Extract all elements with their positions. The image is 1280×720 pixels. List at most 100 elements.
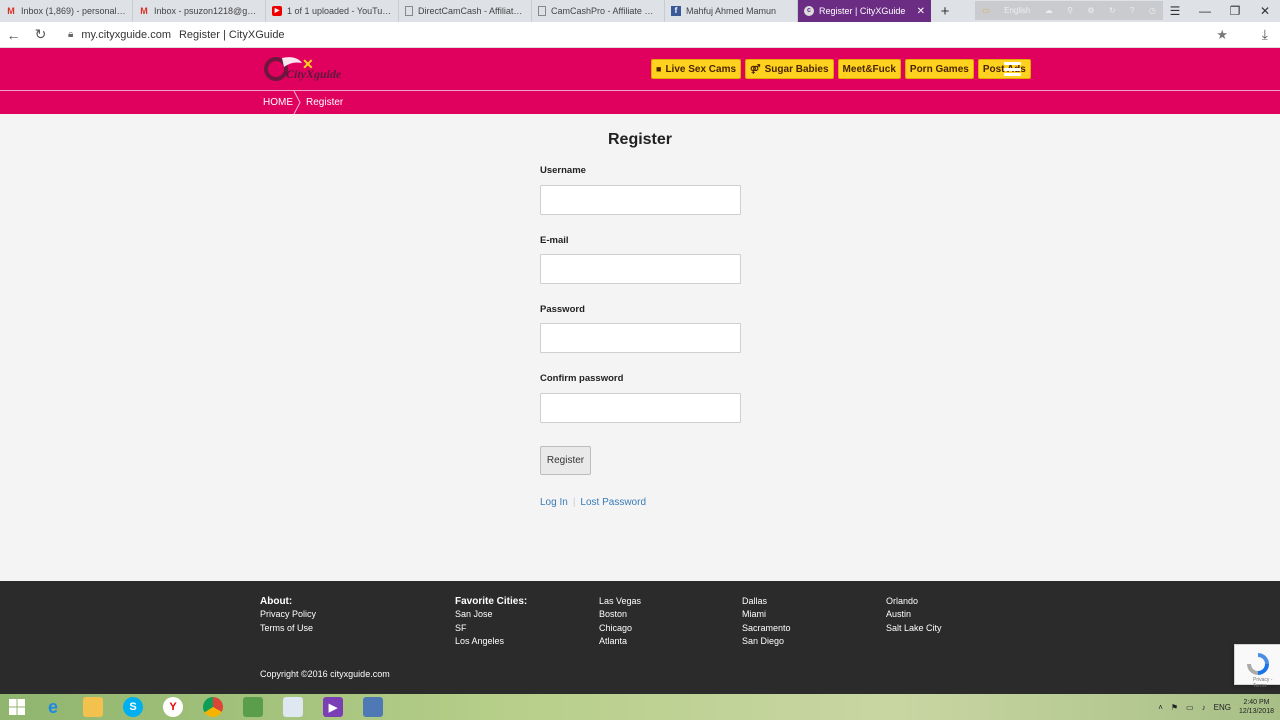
volume-icon[interactable]: ♪	[1202, 703, 1206, 712]
nav-live-sex-cams[interactable]: ■ Live Sex Cams	[651, 59, 742, 79]
notepad-icon[interactable]	[233, 694, 273, 720]
city-link[interactable]: Chicago	[599, 622, 641, 635]
city-link[interactable]: Sacramento	[742, 622, 791, 635]
lost-password-link[interactable]: Lost Password	[580, 497, 646, 508]
page-title-in-omnibox[interactable]: Register | CityXGuide	[179, 29, 285, 41]
menu-icon[interactable]: ☰	[1160, 4, 1190, 18]
confirm-password-input[interactable]	[540, 393, 741, 423]
username-input[interactable]	[540, 185, 741, 215]
city-link[interactable]: Dallas	[742, 595, 791, 608]
tab-title: CamCashPro - Affiliate Pane	[551, 6, 658, 16]
lock-icon[interactable]: 🔒︎	[68, 29, 73, 40]
file-explorer-icon[interactable]	[73, 694, 113, 720]
form-links: Log In | Lost Password	[540, 497, 646, 508]
chrome-icon[interactable]	[193, 694, 233, 720]
bookmark-star-icon[interactable]: ★	[1216, 27, 1228, 43]
maximize-icon[interactable]: ❐	[1220, 4, 1250, 18]
minimize-icon[interactable]: —	[1190, 4, 1220, 18]
browser-tab[interactable]: CamCashPro - Affiliate Pane	[532, 0, 665, 22]
email-input[interactable]	[540, 254, 741, 284]
calculator-icon[interactable]	[273, 694, 313, 720]
reload-icon[interactable]: ↻	[27, 26, 54, 43]
breadcrumb: HOME Register	[0, 91, 1280, 114]
browser-tab[interactable]: ▶ 1 of 1 uploaded - YouTube	[266, 0, 399, 22]
windows-logo-icon	[8, 699, 25, 715]
media-player-icon[interactable]: ▶	[313, 694, 353, 720]
tab-title: Register | CityXGuide	[819, 6, 906, 16]
top-nav: ■ Live Sex Cams ⚤ Sugar Babies Meet&Fuck…	[651, 59, 1031, 79]
extension-strip: ▭ English ☁ ⚲ ⚙ ↻ ? ◷	[975, 1, 1163, 20]
hamburger-menu-icon[interactable]	[1004, 62, 1021, 76]
city-link[interactable]: Atlanta	[599, 635, 641, 648]
extension-icon[interactable]: ⚲	[1067, 6, 1073, 15]
privacy-policy-link[interactable]: Privacy Policy	[260, 608, 316, 621]
close-tab-icon[interactable]: ✕	[917, 6, 925, 17]
refresh-icon[interactable]: ↻	[1109, 6, 1116, 15]
recaptcha-icon	[1247, 653, 1269, 675]
close-window-icon[interactable]: ✕	[1250, 4, 1280, 18]
taskbar-clock[interactable]: 2:40 PM 12/13/2018	[1239, 698, 1274, 716]
tray-expand-icon[interactable]: ˄	[1158, 703, 1163, 712]
language-extension[interactable]: English	[1004, 6, 1030, 15]
nav-label: Porn Games	[909, 63, 969, 75]
browser-tab[interactable]: M Inbox (1,869) - personalfre	[0, 0, 133, 22]
system-tray: ˄ ⚑ ▭ ♪ ENG 2:40 PM 12/13/2018	[1158, 694, 1274, 720]
breadcrumb-current: Register	[306, 97, 344, 108]
city-link[interactable]: Orlando	[886, 595, 942, 608]
internet-explorer-icon[interactable]: e	[33, 694, 73, 720]
register-button[interactable]: Register	[540, 446, 591, 475]
nav-label: Sugar Babies	[764, 63, 829, 75]
nav-sugar-babies[interactable]: ⚤ Sugar Babies	[745, 59, 834, 79]
network-icon[interactable]: ▭	[1186, 703, 1194, 712]
language-indicator[interactable]: ENG	[1214, 703, 1231, 712]
city-link[interactable]: Las Vegas	[599, 595, 641, 608]
recaptcha-badge[interactable]: Privacy - Terms	[1234, 644, 1280, 689]
youtube-icon: ▶	[272, 6, 282, 16]
skype-icon[interactable]: S	[113, 694, 153, 720]
browser-tab[interactable]: f Mahfuj Ahmed Mamun	[665, 0, 798, 22]
city-link[interactable]: Miami	[742, 608, 791, 621]
page-icon	[538, 6, 546, 16]
cityxguide-icon: c	[804, 6, 814, 16]
flag-icon[interactable]: ⚑	[1171, 703, 1178, 712]
windows-start-icon[interactable]	[0, 698, 33, 716]
back-arrow-icon[interactable]: ←	[0, 27, 27, 43]
browser-tab-active[interactable]: c Register | CityXGuide ✕	[798, 0, 931, 22]
login-link[interactable]: Log In	[540, 497, 568, 508]
cloud-icon[interactable]: ☁	[1045, 6, 1053, 15]
city-link[interactable]: Los Angeles	[455, 635, 527, 648]
nav-meet-and-fuck[interactable]: Meet&Fuck	[837, 59, 901, 79]
browser-tab[interactable]: DirectCamCash - Affiliate P	[399, 0, 532, 22]
nav-label: Meet&Fuck	[842, 63, 896, 75]
help-icon[interactable]: ?	[1130, 6, 1134, 15]
footer-about: About: Privacy Policy Terms of Use	[260, 595, 316, 635]
breadcrumb-home[interactable]: HOME	[263, 97, 293, 108]
site-logo[interactable]: ✕ CityXguide	[262, 53, 357, 85]
paint-icon[interactable]	[353, 694, 393, 720]
city-link[interactable]: Boston	[599, 608, 641, 621]
city-link[interactable]: Salt Lake City	[886, 622, 942, 635]
password-label: Password	[540, 304, 585, 315]
city-link[interactable]: San Diego	[742, 635, 791, 648]
yandex-browser-icon[interactable]: Y	[153, 694, 193, 720]
city-link[interactable]: San Jose	[455, 608, 527, 621]
windows-taskbar: e S Y ▶ ˄ ⚑ ▭ ♪ ENG 2:40 PM 12/13/2018	[0, 694, 1280, 720]
nav-porn-games[interactable]: Porn Games	[904, 59, 974, 79]
city-link[interactable]: Austin	[886, 608, 942, 621]
download-icon[interactable]: ⤓	[1262, 26, 1268, 43]
new-tab-button[interactable]: +	[931, 0, 959, 22]
email-label: E-mail	[540, 235, 569, 246]
extension-icon[interactable]: ▭	[982, 6, 990, 15]
url-text[interactable]: my.cityxguide.com	[81, 29, 171, 41]
password-input[interactable]	[540, 323, 741, 353]
gear-icon[interactable]: ⚙	[1087, 6, 1094, 15]
city-link[interactable]: SF	[455, 622, 527, 635]
site-header: ✕ CityXguide ■ Live Sex Cams ⚤ Sugar Bab…	[0, 48, 1280, 91]
footer-cities-col-2: Las Vegas Boston Chicago Atlanta	[599, 595, 641, 648]
recaptcha-privacy-terms[interactable]: Privacy - Terms	[1253, 677, 1280, 689]
footer-about-heading: About:	[260, 596, 293, 607]
browser-tab[interactable]: M Inbox - psuzon1218@gmail	[133, 0, 266, 22]
terms-of-use-link[interactable]: Terms of Use	[260, 622, 316, 635]
gender-icon: ⚤	[750, 63, 761, 74]
clock-icon[interactable]: ◷	[1149, 6, 1156, 15]
